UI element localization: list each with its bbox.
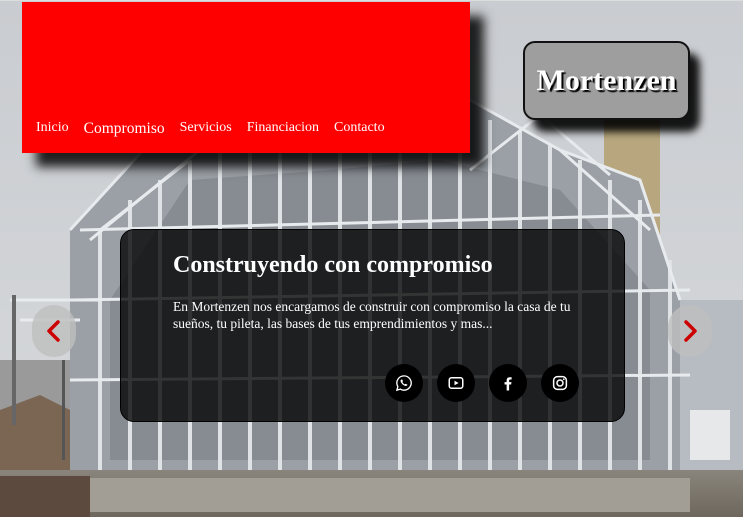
facebook-icon [504, 377, 512, 391]
instagram-link[interactable] [541, 364, 579, 402]
chevron-right-icon [684, 320, 697, 342]
brand-logo-box[interactable]: Mortenzen [523, 41, 690, 120]
nav-link-servicios[interactable]: Servicios [180, 120, 232, 138]
hero-description: En Mortenzen nos encargamos de construir… [173, 299, 571, 331]
navbar: Inicio Compromiso Servicios Financiacion… [22, 2, 470, 153]
nav-link-contacto[interactable]: Contacto [334, 120, 385, 138]
nav-link-compromiso[interactable]: Compromiso [84, 120, 165, 138]
nav-links: Inicio Compromiso Servicios Financiacion… [36, 120, 400, 138]
brand-name: Mortenzen [536, 63, 677, 97]
nav-link-financiacion[interactable]: Financiacion [247, 120, 319, 138]
carousel-next-button[interactable] [668, 305, 712, 357]
instagram-icon [552, 375, 568, 391]
social-links [385, 364, 593, 402]
facebook-link[interactable] [489, 364, 527, 402]
hero-title: Construyendo con compromiso [173, 252, 493, 278]
hero-caption-card: Construyendo con compromiso En Mortenzen… [120, 229, 625, 422]
carousel-prev-button[interactable] [32, 305, 76, 357]
whatsapp-link[interactable] [385, 364, 423, 402]
whatsapp-icon [395, 375, 412, 392]
chevron-left-icon [47, 320, 60, 342]
youtube-icon [448, 377, 464, 389]
youtube-link[interactable] [437, 364, 475, 402]
top-border [0, 0, 743, 1]
nav-link-inicio[interactable]: Inicio [36, 120, 69, 138]
